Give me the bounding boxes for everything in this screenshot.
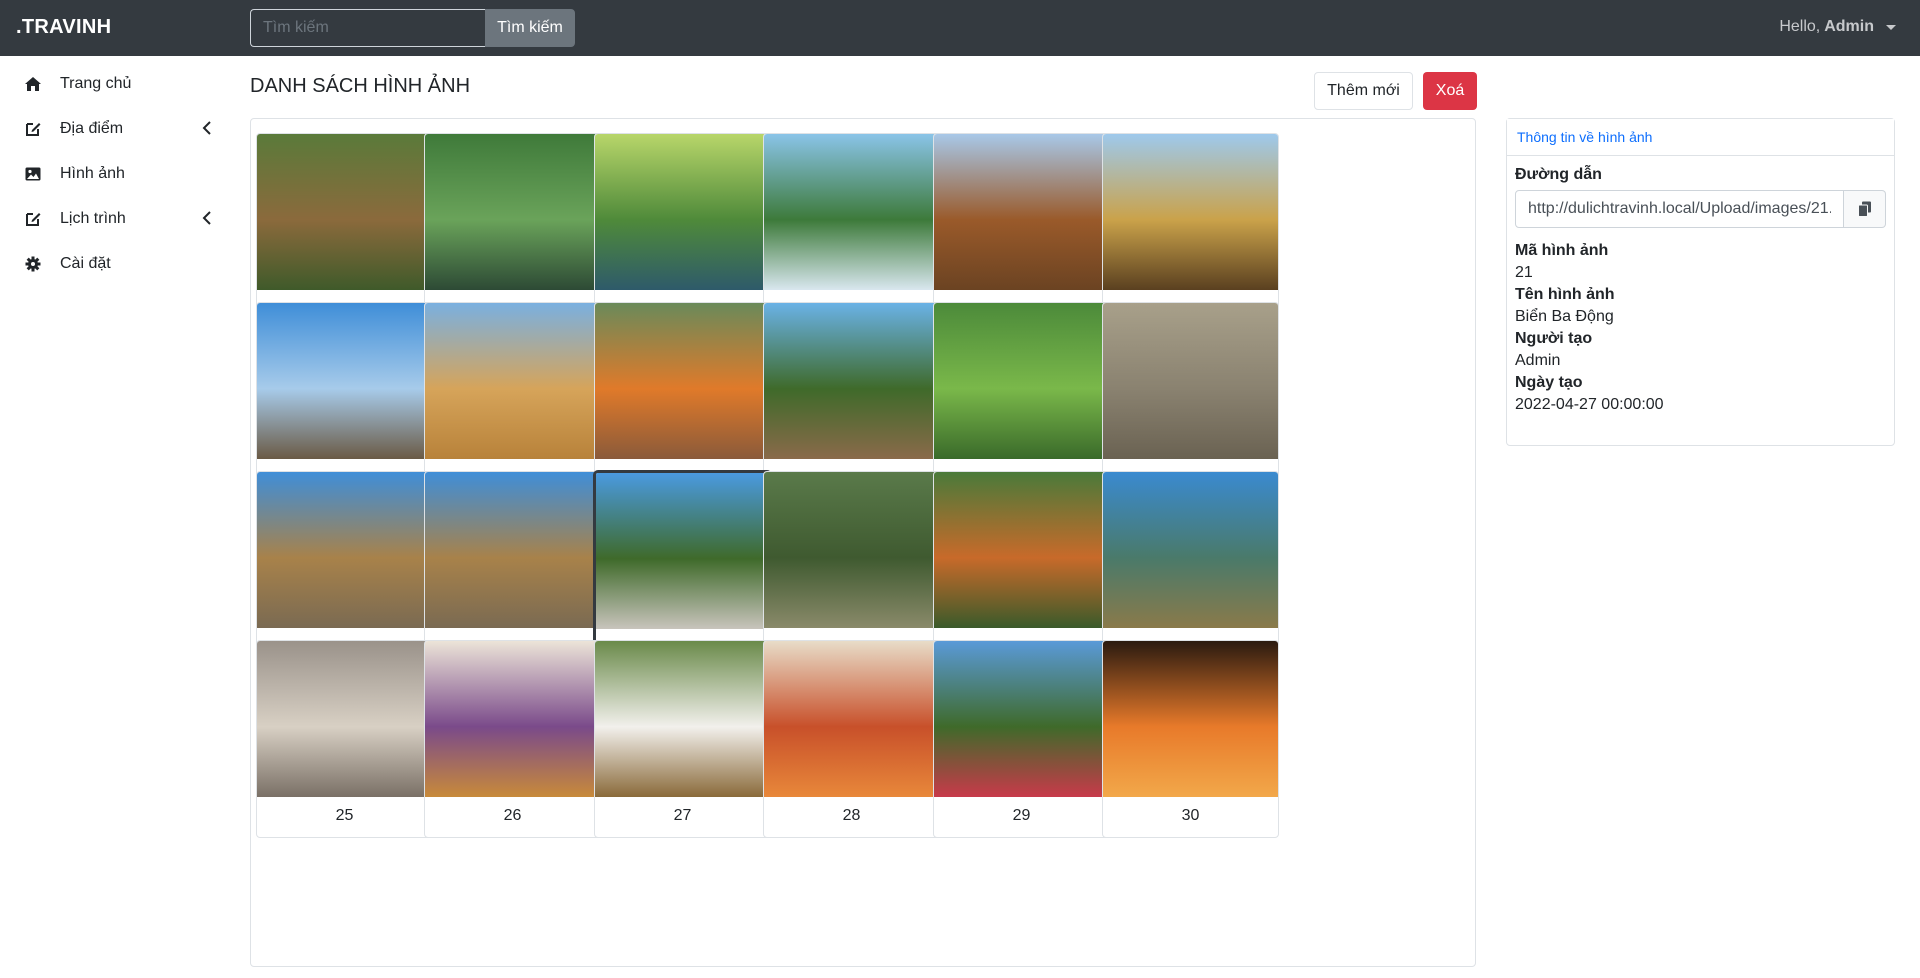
image-thumbnail[interactable] [425, 303, 600, 459]
image-id-value: 21 [1515, 264, 1533, 281]
sidebar-item-locations[interactable]: Địa điểm [0, 107, 212, 151]
sidebar-item-label: Trang chủ [60, 75, 132, 92]
image-thumbnail[interactable] [257, 134, 432, 290]
image-thumbnail[interactable] [257, 641, 432, 797]
image-card[interactable]: 27 [594, 640, 771, 838]
path-field[interactable] [1515, 190, 1844, 228]
chevron-left-icon [202, 121, 212, 140]
creator-value: Admin [1515, 352, 1561, 369]
copy-button[interactable] [1844, 190, 1886, 228]
creator-label: Người tạo [1515, 330, 1593, 347]
chevron-left-icon [202, 211, 212, 230]
delete-button[interactable]: Xoá [1423, 72, 1477, 110]
info-panel-header: Thông tin về hình ảnh [1507, 119, 1894, 156]
greeting-text: Hello, [1779, 18, 1821, 35]
image-thumbnail[interactable] [595, 134, 770, 290]
image-caption: 25 [335, 807, 354, 824]
image-thumbnail[interactable] [1103, 134, 1278, 290]
sidebar-item-images[interactable]: Hình ảnh [0, 152, 212, 196]
image-name-label: Tên hình ảnh [1515, 286, 1615, 303]
image-thumbnail[interactable] [425, 134, 600, 290]
sidebar-item-label: Lịch trình [60, 210, 126, 227]
image-thumbnail[interactable] [595, 303, 770, 459]
image-thumbnail[interactable] [764, 641, 939, 797]
top-navbar: .TRAVINH Tìm kiếm Hello, Admin [0, 0, 1920, 56]
sidebar-item-label: Địa điểm [60, 120, 124, 137]
image-gallery: 2345678910111213192021222324252627282930 [250, 118, 1476, 967]
image-card[interactable]: 26 [424, 640, 601, 838]
add-image-button[interactable]: Thêm mới [1314, 72, 1413, 110]
image-thumbnail[interactable] [1103, 303, 1278, 459]
image-caption: 30 [1181, 807, 1200, 824]
image-thumbnail[interactable] [1103, 472, 1278, 628]
image-thumbnail[interactable] [934, 303, 1109, 459]
search-button[interactable]: Tìm kiếm [485, 9, 575, 47]
image-card[interactable]: 28 [763, 640, 940, 838]
image-thumbnail[interactable] [257, 472, 432, 628]
image-thumbnail[interactable] [764, 303, 939, 459]
caret-down-icon [1886, 24, 1896, 30]
sidebar-item-schedule[interactable]: Lịch trình [0, 197, 212, 241]
image-thumbnail[interactable] [934, 641, 1109, 797]
path-label: Đường dẫn [1515, 166, 1602, 183]
sidebar-item-label: Hình ảnh [60, 165, 125, 182]
brand-logo[interactable]: .TRAVINH [16, 16, 111, 39]
image-caption: 27 [673, 807, 692, 824]
image-card[interactable]: 29 [933, 640, 1110, 838]
user-name: Admin [1824, 18, 1874, 35]
sidebar: Trang chủ Địa điểm Hình ảnh Lịch trình C… [0, 56, 230, 978]
image-icon [24, 165, 42, 183]
sidebar-item-label: Cài đặt [60, 255, 111, 272]
image-name-value: Biển Ba Động [1515, 308, 1614, 325]
sidebar-item-home[interactable]: Trang chủ [0, 62, 212, 106]
image-thumbnail[interactable] [425, 641, 600, 797]
image-thumbnail[interactable] [764, 134, 939, 290]
home-icon [24, 75, 42, 93]
sidebar-item-settings[interactable]: Cài đặt [0, 242, 212, 286]
image-thumbnail[interactable] [425, 472, 600, 628]
gear-icon [24, 255, 42, 273]
image-thumbnail[interactable] [934, 134, 1109, 290]
created-date-value: 2022-04-27 00:00:00 [1515, 396, 1664, 413]
image-caption: 29 [1012, 807, 1031, 824]
image-thumbnail[interactable] [764, 472, 939, 628]
image-info-panel: Thông tin về hình ảnh Đường dẫn Mã hình … [1506, 118, 1895, 446]
edit-icon [24, 120, 42, 138]
image-thumbnail[interactable] [1103, 641, 1278, 797]
copy-icon [1857, 201, 1871, 217]
image-thumbnail[interactable] [257, 303, 432, 459]
search-input[interactable] [250, 9, 486, 47]
image-caption: 26 [503, 807, 522, 824]
page-title: DANH SÁCH HÌNH ẢNH [250, 75, 471, 97]
image-card[interactable]: 30 [1102, 640, 1279, 838]
image-card[interactable]: 25 [256, 640, 433, 838]
image-id-label: Mã hình ảnh [1515, 242, 1609, 259]
edit-icon [24, 210, 42, 228]
image-thumbnail[interactable] [934, 472, 1109, 628]
image-thumbnail[interactable] [595, 641, 770, 797]
created-date-label: Ngày tạo [1515, 374, 1583, 391]
user-menu[interactable]: Hello, Admin [1779, 18, 1896, 36]
image-caption: 28 [842, 807, 861, 824]
image-thumbnail[interactable] [596, 473, 769, 629]
path-input-group [1515, 190, 1886, 228]
